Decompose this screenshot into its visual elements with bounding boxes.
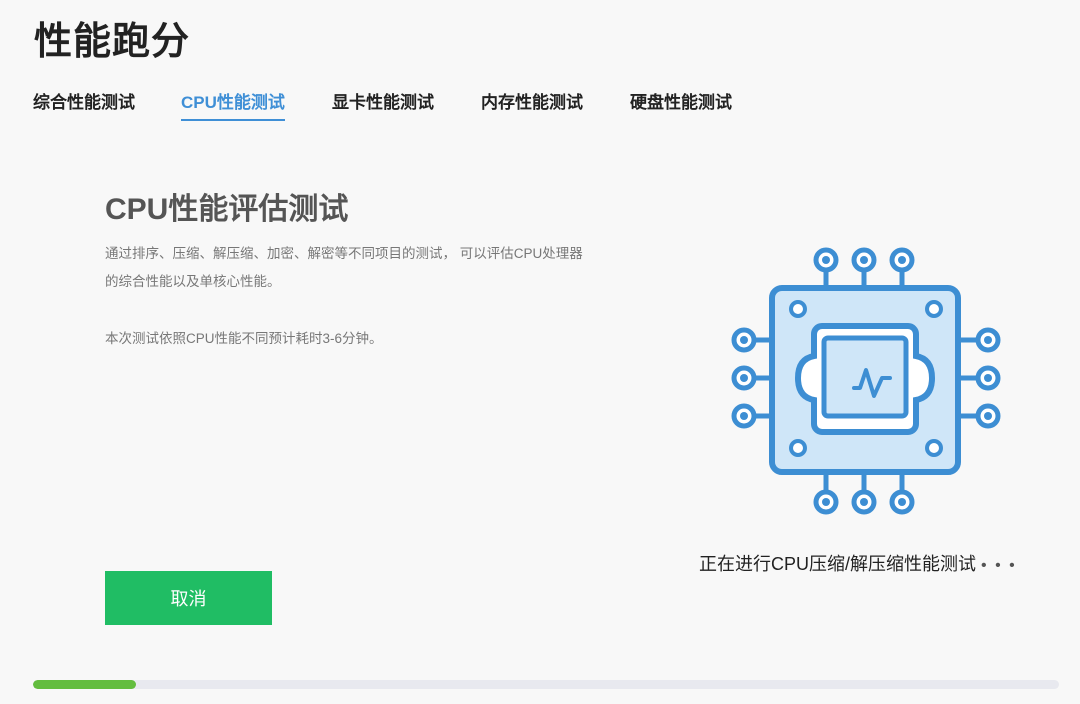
page-title: 性能跑分 [34, 21, 191, 63]
loading-dots: • • • [981, 557, 1017, 574]
cpu-chip-graphic [731, 247, 1001, 515]
cancel-button[interactable]: 取消 [105, 571, 272, 625]
tab-memory-performance[interactable]: 内存性能测试 [481, 88, 583, 119]
progress-bar-fill [33, 680, 136, 689]
duration-note: 本次测试依照CPU性能不同预计耗时3-6分钟。 [105, 331, 383, 346]
section-title: CPU性能评估测试 [105, 193, 349, 226]
tab-gpu-performance[interactable]: 显卡性能测试 [332, 88, 434, 119]
tab-overall-performance[interactable]: 综合性能测试 [33, 88, 135, 119]
test-description: 通过排序、压缩、解压缩、加密、解密等不同项目的测试， 可以评估CPU处理器的综合… [105, 246, 583, 289]
status-text: 正在进行CPU压缩/解压缩性能测试 [699, 554, 977, 574]
test-status: 正在进行CPU压缩/解压缩性能测试 • • • [699, 550, 1017, 576]
cpu-chip-icon [726, 238, 1006, 518]
tab-disk-performance[interactable]: 硬盘性能测试 [630, 88, 732, 119]
tab-cpu-performance[interactable]: CPU性能测试 [181, 88, 285, 121]
progress-bar [33, 680, 1059, 689]
